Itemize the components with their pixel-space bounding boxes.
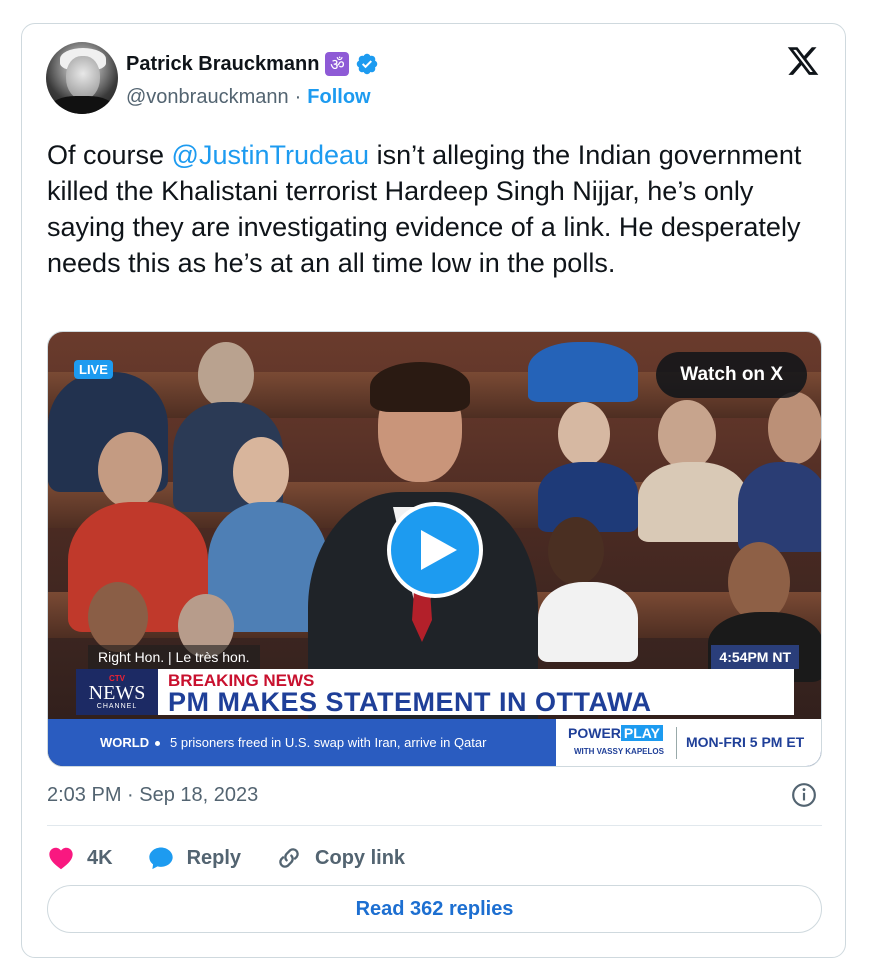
- divider: [47, 825, 822, 826]
- avatar[interactable]: [46, 42, 118, 114]
- tweet-card: Patrick Brauckmann ॐ @vonbrauckmann · Fo…: [21, 23, 846, 958]
- author-name-row: Patrick Brauckmann ॐ: [126, 51, 379, 77]
- broadcast-headline: PM MAKES STATEMENT IN OTTAWA: [168, 687, 652, 717]
- background-person: [528, 342, 638, 402]
- tweet-text-start: Of course: [47, 140, 172, 170]
- read-replies-button[interactable]: Read 362 replies: [47, 885, 822, 933]
- background-person: [558, 402, 610, 466]
- author-display-name[interactable]: Patrick Brauckmann: [126, 53, 319, 76]
- tweet-text: Of course @JustinTrudeau isn’t alleging …: [47, 137, 827, 281]
- ticker-category: WORLD: [100, 735, 150, 750]
- background-person: [658, 400, 716, 470]
- background-person: [728, 542, 790, 622]
- watch-on-x-button[interactable]: Watch on X: [656, 352, 807, 398]
- video-player[interactable]: LIVE Watch on X Right Hon. | Le très hon…: [47, 331, 822, 767]
- background-person: [88, 582, 148, 652]
- broadcast-time: 4:54PM NT: [711, 645, 799, 669]
- copy-link-button[interactable]: Copy link: [275, 844, 405, 872]
- author-handle[interactable]: @vonbrauckmann: [126, 86, 289, 109]
- background-person: [768, 392, 821, 464]
- copy-link-label: Copy link: [315, 846, 406, 869]
- ticker-text: 5 prisoners freed in U.S. swap with Iran…: [170, 735, 487, 750]
- tweet-timestamp[interactable]: 2:03 PM · Sep 18, 2023: [47, 784, 258, 807]
- verified-icon: [357, 53, 378, 75]
- background-person: [198, 342, 254, 408]
- news-ticker: WORLD 5 prisoners freed in U.S. swap wit…: [48, 719, 821, 766]
- power-play-promo: POWER PLAY WITH VASSY KAPELOS MON-FRI 5 P…: [556, 719, 821, 766]
- name-strip: Right Hon. | Le très hon.: [88, 645, 260, 669]
- handle-separator: ·: [294, 86, 302, 108]
- x-logo-icon[interactable]: [785, 44, 821, 78]
- background-person: [233, 437, 289, 507]
- like-count: 4K: [87, 846, 113, 869]
- mention-link[interactable]: @JustinTrudeau: [172, 140, 370, 170]
- breaking-news-banner: BREAKING NEWS PM MAKES STATEMENT IN OTTA…: [158, 669, 794, 717]
- background-person: [548, 517, 604, 585]
- background-person: [638, 462, 748, 542]
- background-person: [538, 582, 638, 662]
- follow-button[interactable]: Follow: [307, 86, 370, 109]
- info-icon[interactable]: [791, 782, 817, 808]
- background-person: [738, 462, 821, 552]
- play-button[interactable]: [387, 502, 483, 598]
- live-badge: LIVE: [74, 360, 113, 379]
- heart-icon: [49, 847, 73, 870]
- ctv-news-logo: CTV NEWS CHANNEL: [76, 669, 158, 715]
- play-icon: [421, 530, 457, 570]
- like-button[interactable]: 4K: [47, 844, 113, 872]
- om-badge-icon: ॐ: [325, 52, 350, 76]
- reply-label: Reply: [186, 846, 242, 869]
- background-person: [98, 432, 162, 508]
- link-icon: [279, 848, 299, 868]
- reply-icon: [148, 847, 173, 870]
- tweet-actions: 4K Reply Copy link: [47, 840, 439, 876]
- reply-button[interactable]: Reply: [147, 844, 241, 872]
- author-handle-row: @vonbrauckmann · Follow: [126, 86, 371, 109]
